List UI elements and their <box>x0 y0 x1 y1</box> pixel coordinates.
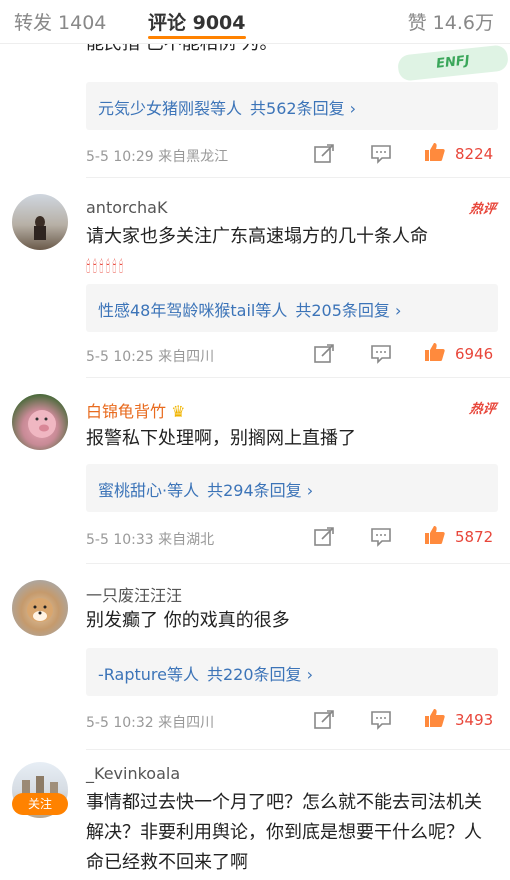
comment-icon[interactable] <box>370 344 392 364</box>
like-icon[interactable] <box>424 708 446 728</box>
replies-preview-label: 蜜桃甜心·等人 共294条回复 › <box>98 481 314 500</box>
share-icon[interactable] <box>314 527 336 547</box>
username[interactable]: antorchaK <box>86 198 167 217</box>
candle-emoji-row: 🕯🕯🕯🕯🕯🕯 <box>86 257 126 276</box>
like-icon[interactable] <box>424 142 446 162</box>
like-count: 8224 <box>455 145 494 163</box>
comment-icon[interactable] <box>370 527 392 547</box>
like-count: 5872 <box>455 528 494 546</box>
avatar-dog-icon <box>27 598 53 622</box>
replies-preview[interactable]: 性感48年驾龄咪猴tail等人 共205条回复 › <box>86 284 498 332</box>
comment-icon[interactable] <box>370 710 392 730</box>
username[interactable]: _Kevinkoala <box>86 764 180 783</box>
like-icon[interactable] <box>424 342 446 362</box>
replies-preview-label: 元気少女猪刚裂等人 共562条回复 › <box>98 99 357 118</box>
avatar-pig-icon <box>28 410 56 438</box>
replies-preview-label: -Rapture等人 共220条回复 › <box>98 665 314 684</box>
comment-tabs-bar: 转发 1404 评论 9004 赞 14.6万 <box>0 0 510 44</box>
replies-preview-label: 性感48年驾龄咪猴tail等人 共205条回复 › <box>98 301 402 320</box>
share-icon[interactable] <box>314 344 336 364</box>
avatar-photo-icon <box>34 216 46 240</box>
avatar[interactable] <box>12 394 68 450</box>
hot-comment-badge: 热评 <box>468 402 497 417</box>
username[interactable]: 一只废汪汪汪 <box>86 582 182 606</box>
replies-preview[interactable]: 元気少女猪刚裂等人 共562条回复 › <box>86 82 498 130</box>
like-icon[interactable] <box>424 525 446 545</box>
like-count: 3493 <box>455 711 494 729</box>
comment-text: 报警私下处理啊，别搁网上直播了 <box>86 428 356 449</box>
comment-text: 请大家也多关注广东高速塌方的几十条人命 <box>86 226 428 247</box>
hot-comment-badge: 热评 <box>468 202 497 217</box>
comment-text: 别发癫了 你的戏真的很多 <box>86 610 290 631</box>
comment-item: antorchaK 热评 请大家也多关注广东高速塌方的几十条人命 🕯🕯🕯🕯🕯🕯 … <box>0 178 510 378</box>
comment-meta: 5-5 10:32 来自四川 <box>86 715 215 731</box>
tab-comments[interactable]: 评论 9004 <box>148 8 246 35</box>
comment-meta: 5-5 10:29 来自黑龙江 <box>86 149 229 165</box>
comment-icon[interactable] <box>370 144 392 164</box>
crown-icon: ♛ <box>171 402 186 421</box>
avatar[interactable] <box>12 580 68 636</box>
chevron-right-icon: › <box>306 665 314 684</box>
chevron-right-icon: › <box>306 481 314 500</box>
comment-item: 关注 _Kevinkoala 事情都过去快一个月了吧？怎么就不能去司法机关解决？… <box>0 750 510 880</box>
replies-preview[interactable]: -Rapture等人 共220条回复 › <box>86 648 498 696</box>
comment-text: 事情都过去快一个月了吧？怎么就不能去司法机关解决？非要利用舆论，你到底是想要干什… <box>86 792 482 873</box>
follow-button[interactable]: 关注 <box>12 793 68 815</box>
like-count: 6946 <box>455 345 494 363</box>
share-icon[interactable] <box>314 710 336 730</box>
comment-item: 一只废汪汪汪 别发癫了 你的戏真的很多 -Rapture等人 共220条回复 › … <box>0 564 510 750</box>
tab-repost[interactable]: 转发 1404 <box>14 8 106 35</box>
chevron-right-icon: › <box>349 99 357 118</box>
tab-likes[interactable]: 赞 14.6万 <box>408 8 494 35</box>
replies-preview[interactable]: 蜜桃甜心·等人 共294条回复 › <box>86 464 498 512</box>
share-icon[interactable] <box>314 144 336 164</box>
chevron-right-icon: › <box>395 301 402 320</box>
username[interactable]: 白锦龟背竹 ♛ <box>86 398 185 422</box>
comment-meta: 5-5 10:25 来自四川 <box>86 349 215 365</box>
comment-meta: 5-5 10:33 来自湖北 <box>86 532 215 548</box>
avatar[interactable] <box>12 194 68 250</box>
active-tab-indicator <box>148 36 246 39</box>
comment-item: 白锦龟背竹 ♛ 热评 报警私下处理啊，别搁网上直播了 蜜桃甜心·等人 共294条回… <box>0 378 510 564</box>
